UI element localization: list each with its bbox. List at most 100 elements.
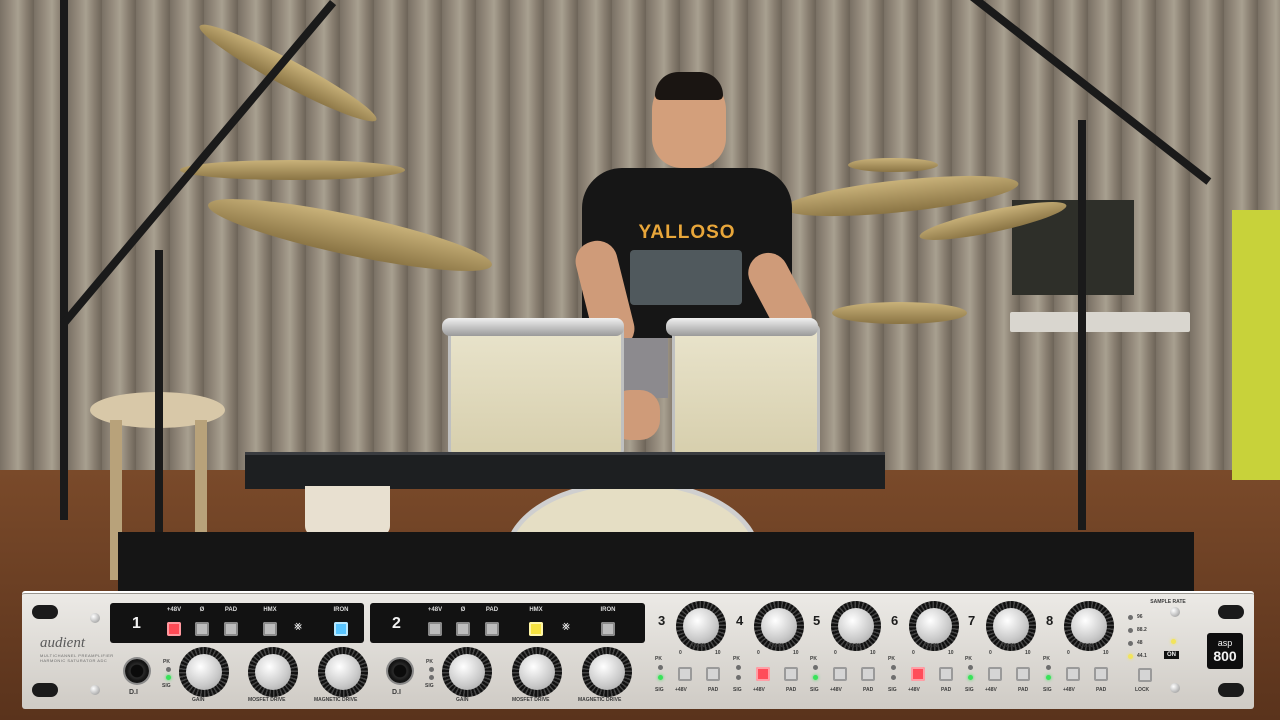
- phantom-button[interactable]: [1066, 667, 1080, 681]
- gain-label: GAIN: [770, 643, 783, 649]
- channel-1-number: 1: [132, 615, 141, 632]
- brand-logo: audient: [40, 635, 85, 651]
- gain-label: GAIN: [1002, 643, 1015, 649]
- phase-label: Ø: [199, 607, 205, 613]
- di-input-jack[interactable]: [388, 659, 412, 683]
- gain-label: GAIN: [456, 697, 469, 703]
- hmx-label: HMX: [263, 607, 277, 613]
- pk-led: [891, 665, 896, 670]
- hmx-button[interactable]: [529, 622, 543, 636]
- di-label: D.I: [129, 689, 138, 696]
- gain-knob[interactable]: [993, 608, 1029, 644]
- pad-button[interactable]: [1094, 667, 1108, 681]
- pk-led: [658, 665, 663, 670]
- pk-led: [813, 665, 818, 670]
- mic-stand: [155, 250, 163, 540]
- mosfet-label: MOSFET DRIVE: [248, 697, 286, 703]
- phase-button[interactable]: [456, 622, 470, 636]
- sig-led: [891, 675, 896, 680]
- stick-holder: [305, 486, 390, 536]
- di-label: D.I: [392, 689, 401, 696]
- pad-button[interactable]: [485, 622, 499, 636]
- tom-drum: [672, 324, 820, 456]
- pad-button[interactable]: [706, 667, 720, 681]
- sample-rate-label: 48: [1137, 640, 1143, 646]
- phantom-button[interactable]: [167, 622, 181, 636]
- lock-button[interactable]: [1138, 668, 1152, 682]
- shirt-print: YALLOSO: [638, 222, 736, 243]
- sig-label: SIG: [655, 687, 664, 693]
- screw: [90, 613, 100, 623]
- gain-knob[interactable]: [838, 608, 874, 644]
- tom-rim: [666, 318, 818, 336]
- lock-label: LOCK: [1135, 687, 1150, 693]
- gain-knob[interactable]: [916, 608, 952, 644]
- sample-rate-title: SAMPLE RATE: [1150, 599, 1186, 605]
- pad-label: PAD: [941, 687, 952, 693]
- curve-icon: ⨳: [562, 618, 571, 633]
- phantom-button[interactable]: [428, 622, 442, 636]
- magnetic-drive-knob[interactable]: [325, 654, 361, 690]
- mosfet-drive-knob[interactable]: [519, 654, 555, 690]
- channel-number: 7: [968, 613, 976, 628]
- phantom-label: +48V: [908, 687, 920, 693]
- di-input-jack[interactable]: [125, 659, 149, 683]
- hihat-cymbal: [180, 160, 405, 180]
- pad-button[interactable]: [1016, 667, 1030, 681]
- iron-button[interactable]: [334, 622, 348, 636]
- sig-label: SIG: [1043, 687, 1052, 693]
- pad-button[interactable]: [939, 667, 953, 681]
- gain-max-label: 10: [948, 650, 954, 656]
- phantom-button[interactable]: [911, 667, 925, 681]
- phantom-label: +48V: [753, 687, 765, 693]
- phantom-button[interactable]: [988, 667, 1002, 681]
- gain-min-label: 0: [834, 650, 837, 656]
- sig-label: SIG: [810, 687, 819, 693]
- channel-2-switch-panel: 2 +48V Ø PAD HMX IRON ⨳: [370, 603, 645, 643]
- phantom-label: +48V: [427, 607, 443, 613]
- brand-subtitle: MULTICHANNEL PREAMPLIFIER HARMONIC SATUR…: [40, 653, 114, 663]
- yellow-wall-panel: [1232, 210, 1280, 480]
- phase-button[interactable]: [195, 622, 209, 636]
- rack-ear-slot: [32, 605, 58, 619]
- gain-min-label: 0: [1067, 650, 1070, 656]
- pad-button[interactable]: [861, 667, 875, 681]
- gain-label: GAIN: [847, 643, 860, 649]
- hmx-button[interactable]: [263, 622, 277, 636]
- gain-knob[interactable]: [761, 608, 797, 644]
- rack-ear-slot: [1218, 683, 1244, 697]
- pad-label: PAD: [1018, 687, 1029, 693]
- pad-label: PAD: [1096, 687, 1107, 693]
- pad-button[interactable]: [224, 622, 238, 636]
- pad-button[interactable]: [784, 667, 798, 681]
- mosfet-drive-knob[interactable]: [255, 654, 291, 690]
- sample-rate-led: [1128, 615, 1133, 620]
- mic-stand: [60, 0, 68, 520]
- gain-knob[interactable]: [186, 654, 222, 690]
- iron-button[interactable]: [601, 622, 615, 636]
- sig-label: SIG: [162, 683, 171, 689]
- splash-cymbal: [848, 158, 938, 172]
- gain-knob[interactable]: [683, 608, 719, 644]
- pk-led: [736, 665, 741, 670]
- phantom-button[interactable]: [833, 667, 847, 681]
- gain-knob[interactable]: [1071, 608, 1107, 644]
- phantom-label: +48V: [830, 687, 842, 693]
- sample-rate-label: 88.2: [1137, 627, 1147, 633]
- gain-label: GAIN: [925, 643, 938, 649]
- magnetic-label: MAGNETIC DRIVE: [578, 697, 622, 703]
- sig-led: [658, 675, 663, 680]
- phantom-button[interactable]: [678, 667, 692, 681]
- magnetic-drive-knob[interactable]: [589, 654, 625, 690]
- phantom-label: +48V: [1063, 687, 1075, 693]
- pk-label: PK: [1043, 656, 1050, 662]
- phantom-label: +48V: [675, 687, 687, 693]
- gain-max-label: 10: [715, 650, 721, 656]
- sig-label: SIG: [425, 683, 434, 689]
- gain-knob[interactable]: [449, 654, 485, 690]
- phantom-button[interactable]: [756, 667, 770, 681]
- channel-number: 6: [891, 613, 899, 628]
- sig-led: [429, 675, 434, 680]
- pk-label: PK: [888, 656, 895, 662]
- pk-label: PK: [426, 659, 433, 665]
